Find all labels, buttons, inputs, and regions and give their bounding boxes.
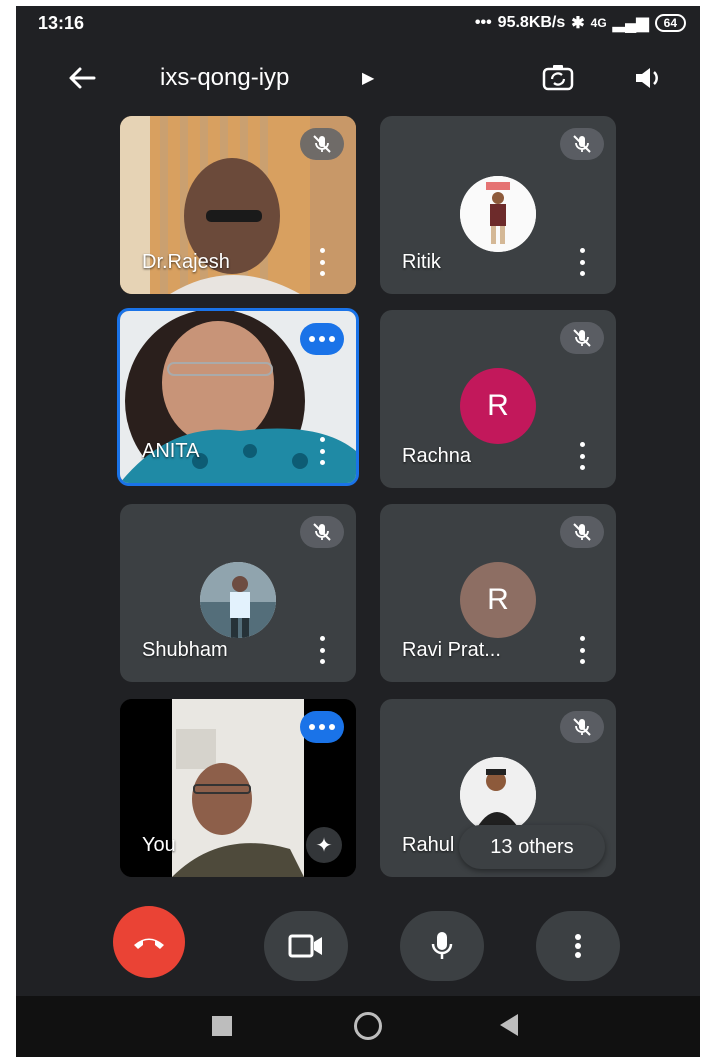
network-type: 4G <box>590 16 607 30</box>
self-view-tile[interactable]: You ✦ <box>120 699 356 877</box>
participant-name: You <box>142 834 176 856</box>
mic-off-icon <box>560 322 604 354</box>
avatar <box>460 757 536 833</box>
microphone-icon <box>431 932 453 959</box>
more-options-icon[interactable] <box>316 437 328 465</box>
meet-screen: 13:16 ••• 95.8KB/s ✱ 4G ▂▄▆ 64 ixs-qong-… <box>16 6 700 1057</box>
avatar: R <box>460 368 536 444</box>
more-options-icon[interactable] <box>316 248 328 276</box>
back-nav-icon[interactable] <box>500 1014 518 1036</box>
speaking-indicator-icon <box>300 711 344 743</box>
end-call-icon <box>134 938 164 949</box>
others-participants-pill[interactable]: 13 others <box>459 825 605 869</box>
speaking-indicator-icon <box>300 323 344 355</box>
battery-icon: 64 <box>654 14 686 32</box>
bluetooth-icon: ✱ <box>571 15 585 32</box>
network-speed-dots: ••• <box>474 14 492 31</box>
back-arrow-icon[interactable] <box>64 60 100 96</box>
avatar <box>460 176 536 252</box>
participant-tile[interactable]: Ritik <box>380 116 616 294</box>
camera-toggle-button[interactable] <box>264 911 348 981</box>
participant-name: Ritik <box>402 251 441 273</box>
more-options-icon[interactable] <box>316 636 328 664</box>
participant-name: Ravi Prat... <box>402 639 501 661</box>
participant-tile-active[interactable]: ANITA <box>117 308 359 486</box>
more-vert-icon <box>575 934 581 958</box>
system-navigation-bar <box>16 996 700 1057</box>
signal-icon: ▂▄▆ <box>612 15 649 32</box>
participant-name: Dr.Rajesh <box>142 251 230 273</box>
caret-right-icon[interactable]: ▶ <box>362 68 374 88</box>
mic-off-icon <box>560 711 604 743</box>
more-options-icon[interactable] <box>576 636 588 664</box>
participant-name: ANITA <box>142 440 200 462</box>
mic-off-icon <box>560 128 604 160</box>
mic-off-icon <box>560 516 604 548</box>
participant-tile[interactable]: R Rachna <box>380 310 616 488</box>
meeting-code[interactable]: ixs-qong-iyp <box>160 64 289 92</box>
status-time: 13:16 <box>38 13 85 33</box>
mic-off-icon <box>300 128 344 160</box>
avatar <box>200 562 276 638</box>
mic-off-icon <box>300 516 344 548</box>
speaker-icon[interactable] <box>630 60 666 96</box>
camera-icon <box>288 934 322 958</box>
switch-camera-icon[interactable] <box>540 60 576 96</box>
microphone-toggle-button[interactable] <box>400 911 484 981</box>
status-indicators: ••• 95.8KB/s ✱ 4G ▂▄▆ 64 <box>475 13 686 33</box>
status-bar: 13:16 ••• 95.8KB/s ✱ 4G ▂▄▆ 64 <box>16 6 700 42</box>
home-icon[interactable] <box>354 1012 382 1040</box>
meeting-header: ixs-qong-iyp ▶ <box>16 46 700 110</box>
more-options-icon[interactable] <box>576 248 588 276</box>
network-speed: 95.8KB/s <box>497 14 566 31</box>
more-options-icon[interactable] <box>576 442 588 470</box>
participant-tile[interactable]: Shubham <box>120 504 356 682</box>
avatar: R <box>460 562 536 638</box>
participant-tile[interactable]: Dr.Rajesh <box>120 116 356 294</box>
participant-tile[interactable]: R Ravi Prat... <box>380 504 616 682</box>
more-options-button[interactable] <box>536 911 620 981</box>
end-call-button[interactable] <box>113 906 185 978</box>
participant-name: Rachna <box>402 445 471 467</box>
recent-apps-icon[interactable] <box>212 1016 232 1036</box>
effects-sparkle-icon[interactable]: ✦ <box>306 827 342 863</box>
participant-name: Rahul <box>402 834 455 856</box>
participant-name: Shubham <box>142 639 228 661</box>
